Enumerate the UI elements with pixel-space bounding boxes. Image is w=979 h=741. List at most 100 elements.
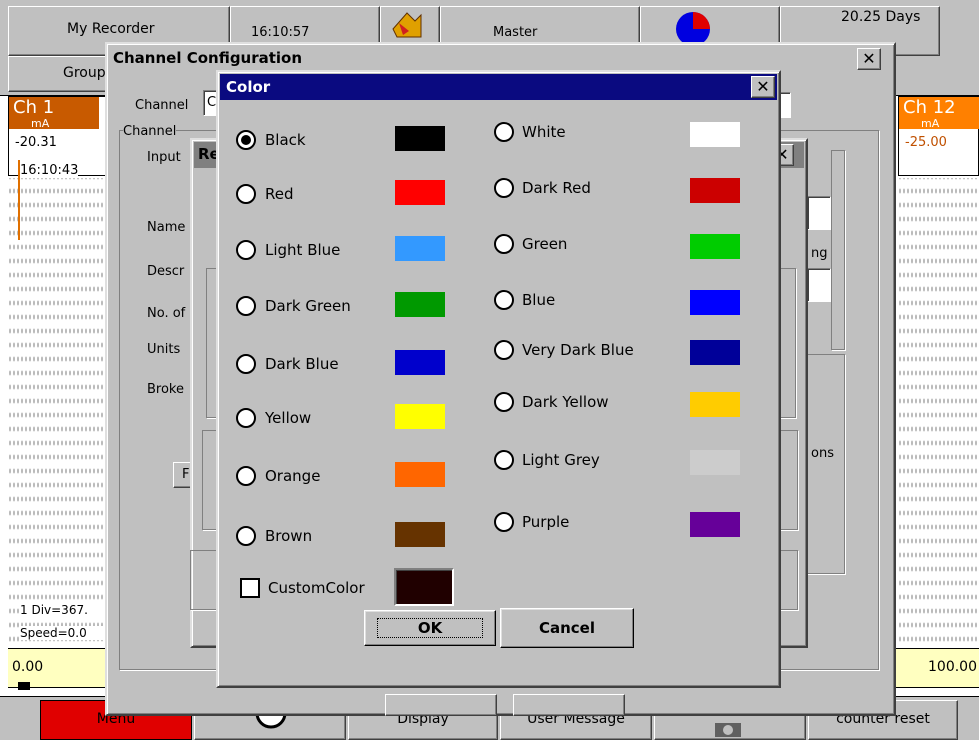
color-radio-light-grey[interactable] (494, 450, 514, 470)
custom-color-swatch[interactable] (394, 568, 454, 606)
color-label-very-dark-blue[interactable]: Very Dark Blue (522, 341, 634, 359)
color-swatch-dark-blue (395, 350, 445, 375)
custom-color-checkbox[interactable] (240, 578, 260, 598)
color-swatch-brown (395, 522, 445, 547)
color-swatch-dark-yellow (690, 392, 740, 417)
color-radio-purple[interactable] (494, 512, 514, 532)
color-dialog: Color ✕ Black Red Light Blue Dark Green Dark… (216, 70, 781, 688)
channel-12-unit: mA (921, 117, 940, 129)
f-button-label: F (182, 467, 190, 482)
name-label: Name (147, 220, 186, 235)
group-label: Group (63, 65, 106, 81)
color-swatch-black (395, 126, 445, 151)
days-remaining: 20.25 Days (841, 9, 921, 25)
color-label-blue[interactable]: Blue (522, 291, 555, 309)
channel-config-group-right (831, 150, 845, 350)
channel-select-value: C (207, 95, 217, 110)
ok-label: OK (376, 618, 484, 638)
chart-area-right (898, 178, 979, 648)
channel-label: Channel (135, 98, 189, 113)
color-label-dark-yellow[interactable]: Dark Yellow (522, 393, 609, 411)
scale-max: 100.00 (928, 659, 977, 675)
color-label-dark-red[interactable]: Dark Red (522, 179, 591, 197)
color-label-dark-blue[interactable]: Dark Blue (265, 355, 339, 373)
color-radio-white[interactable] (494, 122, 514, 142)
color-dialog-title: Color (226, 78, 271, 96)
color-radio-yellow[interactable] (236, 408, 256, 428)
color-label-orange[interactable]: Orange (265, 467, 320, 485)
channel-config-field-1[interactable] (807, 196, 831, 230)
color-swatch-light-grey (690, 450, 740, 475)
chart-area-left (8, 178, 108, 648)
color-label-purple[interactable]: Purple (522, 513, 569, 531)
color-radio-dark-yellow[interactable] (494, 392, 514, 412)
color-radio-red[interactable] (236, 184, 256, 204)
chart-division: 1 Div=367. (20, 603, 108, 617)
color-label-green[interactable]: Green (522, 235, 567, 253)
channel-1-header: Ch 1 mA (9, 97, 99, 129)
recorder-time: 16:10:57 (251, 25, 310, 40)
channel-config-bottom-btn-2[interactable] (513, 694, 625, 716)
chart-timestamp: 16:10:43 (20, 163, 79, 178)
color-swatch-red (395, 180, 445, 205)
color-radio-dark-blue[interactable] (236, 354, 256, 374)
color-swatch-white (690, 122, 740, 147)
input-label: Input (147, 150, 181, 165)
cancel-label: Cancel (538, 619, 595, 637)
color-swatch-dark-red (690, 178, 740, 203)
color-swatch-light-blue (395, 236, 445, 261)
color-radio-orange[interactable] (236, 466, 256, 486)
recorder-name: My Recorder (67, 21, 155, 37)
scale-min: 0.00 (12, 659, 44, 675)
channel-12-header: Ch 12 mA (899, 97, 979, 129)
color-label-light-grey[interactable]: Light Grey (522, 451, 600, 469)
ng-label: ng (811, 246, 828, 261)
color-swatch-green (690, 234, 740, 259)
channel-1-name: Ch 1 (13, 97, 55, 118)
color-dialog-titlebar: Color (220, 74, 777, 100)
alarm-icon (392, 12, 422, 38)
channel-config-titlebar: Channel Configuration (109, 46, 892, 72)
broken-label: Broke (147, 382, 184, 397)
channel-config-field-2[interactable] (807, 268, 831, 302)
recorder-mode: Master (493, 25, 538, 40)
color-radio-very-dark-blue[interactable] (494, 340, 514, 360)
channel-config-bottom-btn-1[interactable] (385, 694, 497, 716)
ok-button[interactable]: OK (364, 610, 496, 646)
color-label-dark-green[interactable]: Dark Green (265, 297, 351, 315)
channel-12-name: Ch 12 (903, 97, 956, 118)
color-swatch-dark-green (395, 292, 445, 317)
no-of-label: No. of (147, 306, 186, 321)
color-label-white[interactable]: White (522, 123, 566, 141)
color-radio-dark-red[interactable] (494, 178, 514, 198)
color-radio-dark-green[interactable] (236, 296, 256, 316)
color-swatch-purple (690, 512, 740, 537)
color-radio-light-blue[interactable] (236, 240, 256, 260)
channel-config-title: Channel Configuration (113, 49, 303, 67)
cancel-button[interactable]: Cancel (500, 608, 634, 648)
color-radio-black[interactable] (236, 130, 256, 150)
channel-12-value: -25.00 (905, 135, 947, 150)
color-radio-brown[interactable] (236, 526, 256, 546)
custom-color-label: CustomColor (268, 579, 365, 597)
color-label-red[interactable]: Red (265, 185, 294, 203)
chart-speed: Speed=0.0 (20, 626, 108, 640)
color-label-black[interactable]: Black (265, 131, 306, 149)
channel-1-value: -20.31 (15, 135, 57, 150)
scale-pointer (18, 682, 30, 690)
color-label-yellow[interactable]: Yellow (265, 409, 311, 427)
color-dialog-close-button[interactable]: ✕ (751, 76, 775, 98)
color-radio-blue[interactable] (494, 290, 514, 310)
color-label-light-blue[interactable]: Light Blue (265, 241, 340, 259)
descr-label: Descr (147, 264, 185, 279)
color-swatch-orange (395, 462, 445, 487)
color-radio-green[interactable] (494, 234, 514, 254)
channel-groupbox-label: Channel (123, 124, 177, 139)
color-swatch-blue (690, 290, 740, 315)
color-swatch-very-dark-blue (690, 340, 740, 365)
camera-icon (715, 723, 741, 737)
channel-config-close-button[interactable]: ✕ (857, 48, 881, 70)
color-label-brown[interactable]: Brown (265, 527, 312, 545)
group-cell[interactable]: Group (8, 56, 108, 92)
channel-12-panel[interactable]: Ch 12 mA -25.00 (898, 96, 979, 176)
